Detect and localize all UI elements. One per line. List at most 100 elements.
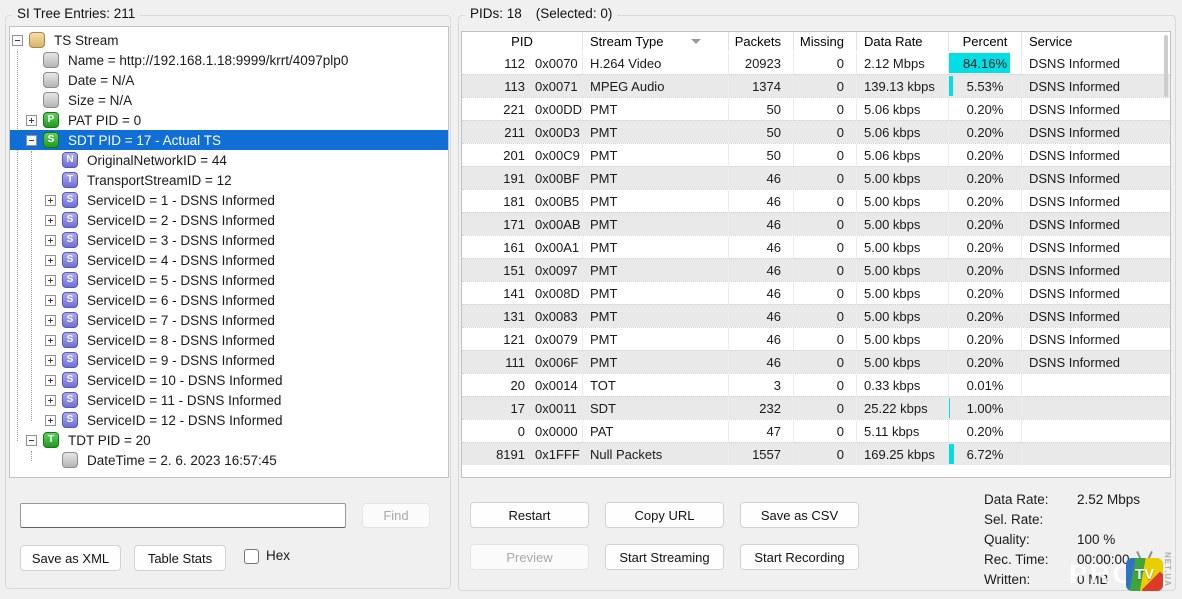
missing-cell: 0 [794,420,857,442]
tree-item[interactable]: Name = http://192.168.1.18:9999/krrt/409… [10,50,448,70]
table-row[interactable]: 161 0x00A1 PMT 46 0 5.00 kbps 0.20% DSNS… [462,235,1170,258]
table-row[interactable]: 211 0x00D3 PMT 50 0 5.06 kbps 0.20% DSNS… [462,120,1170,143]
service-cell: DSNS Informed [1022,190,1170,212]
restart-button[interactable]: Restart [470,502,589,528]
tree-item-label: PAT PID = 0 [66,113,141,128]
tree-item[interactable]: TS Stream [10,30,448,50]
table-row[interactable]: 171 0x00AB PMT 46 0 5.00 kbps 0.20% DSNS… [462,212,1170,235]
tree-item[interactable]: S ServiceID = 12 - DSNS Informed [10,410,448,430]
expander-icon[interactable] [45,315,56,326]
preview-button[interactable]: Preview [470,544,589,570]
column-header-missing[interactable]: Missing [794,32,857,51]
expander-icon[interactable] [45,415,56,426]
packets-cell: 3 [729,374,794,396]
percent-cell: 0.20% [949,167,1022,189]
column-header-service[interactable]: Service [1022,32,1170,51]
expander-icon[interactable] [45,335,56,346]
expander-icon[interactable] [45,395,56,406]
column-header-pid[interactable]: PID [462,32,583,51]
column-header-data-rate[interactable]: Data Rate [857,32,949,51]
tree-item-label: ServiceID = 9 - DSNS Informed [85,353,275,368]
table-row[interactable]: 17 0x0011 SDT 232 0 25.22 kbps 1.00% [462,396,1170,419]
table-row[interactable]: 131 0x0083 PMT 46 0 5.00 kbps 0.20% DSNS… [462,304,1170,327]
find-input[interactable] [20,503,346,528]
tree-item[interactable]: S ServiceID = 9 - DSNS Informed [10,350,448,370]
column-header-percent[interactable]: Percent [949,32,1022,51]
tree-item[interactable]: Date = N/A [10,70,448,90]
tree-item[interactable]: S ServiceID = 11 - DSNS Informed [10,390,448,410]
stream-type-cell: PMT [583,328,729,350]
expander-icon[interactable] [45,295,56,306]
hex-checkbox[interactable] [244,549,259,564]
expander-icon[interactable] [26,435,37,446]
missing-cell: 0 [794,213,857,235]
tree-item[interactable]: S ServiceID = 10 - DSNS Informed [10,370,448,390]
expander-icon[interactable] [45,215,56,226]
stat-label: Sel. Rate: [984,512,1077,527]
pid-dec-cell: 113 [462,75,527,97]
tree-item[interactable]: S ServiceID = 2 - DSNS Informed [10,210,448,230]
table-row[interactable]: 221 0x00DD PMT 50 0 5.06 kbps 0.20% DSNS… [462,97,1170,120]
scrollbar-thumb[interactable] [1164,35,1168,97]
tree-item-icon: P [43,112,59,128]
save-as-csv-button[interactable]: Save as CSV [740,502,859,528]
table-row[interactable]: 201 0x00C9 PMT 50 0 5.06 kbps 0.20% DSNS… [462,143,1170,166]
tree-item[interactable]: N OriginalNetworkID = 44 [10,150,448,170]
expander-icon[interactable] [45,275,56,286]
table-row[interactable]: 0 0x0000 PAT 47 0 5.11 kbps 0.20% [462,419,1170,442]
table-row[interactable]: 141 0x008D PMT 46 0 5.00 kbps 0.20% DSNS… [462,281,1170,304]
tree-item[interactable]: S ServiceID = 5 - DSNS Informed [10,270,448,290]
tree-item[interactable]: S ServiceID = 1 - DSNS Informed [10,190,448,210]
tree-item-icon: T [62,172,78,188]
pid-dec-cell: 20 [462,374,527,396]
pid-hex-cell: 0x00BF [527,167,583,189]
save-as-xml-button[interactable]: Save as XML [20,545,121,571]
tree-item[interactable]: T TransportStreamID = 12 [10,170,448,190]
table-row[interactable]: 111 0x006F PMT 46 0 5.00 kbps 0.20% DSNS… [462,350,1170,373]
table-row[interactable]: 8191 0x1FFF Null Packets 1557 0 169.25 k… [462,442,1170,465]
expander-icon[interactable] [45,195,56,206]
expander-icon[interactable] [45,255,56,266]
table-stats-button[interactable]: Table Stats [134,545,226,571]
tree-item[interactable]: S ServiceID = 6 - DSNS Informed [10,290,448,310]
table-row[interactable]: 20 0x0014 TOT 3 0 0.33 kbps 0.01% [462,373,1170,396]
service-cell: DSNS Informed [1022,236,1170,258]
find-button[interactable]: Find [362,503,430,528]
expander-icon[interactable] [12,35,23,46]
missing-cell: 0 [794,236,857,258]
table-row[interactable]: 113 0x0071 MPEG Audio 1374 0 139.13 kbps… [462,74,1170,97]
copy-url-button[interactable]: Copy URL [605,502,724,528]
stream-type-cell: PMT [583,213,729,235]
stat-label: Data Rate: [984,492,1077,507]
tree-item[interactable]: Size = N/A [10,90,448,110]
tree-item[interactable]: P PAT PID = 0 [10,110,448,130]
tree-item[interactable]: S SDT PID = 17 - Actual TS [10,130,448,150]
pid-dec-cell: 8191 [462,443,527,465]
expander-icon[interactable] [45,375,56,386]
table-row[interactable]: 112 0x0070 H.264 Video 20923 0 2.12 Mbps… [462,51,1170,74]
expander-icon[interactable] [26,115,37,126]
tree-item[interactable]: S ServiceID = 8 - DSNS Informed [10,330,448,350]
table-row[interactable]: 121 0x0079 PMT 46 0 5.00 kbps 0.20% DSNS… [462,327,1170,350]
column-header-stream-type[interactable]: Stream Type [583,32,729,51]
expander-icon[interactable] [45,235,56,246]
missing-cell: 0 [794,282,857,304]
column-header-packets[interactable]: Packets [729,32,794,51]
service-cell [1022,443,1170,465]
tree-item[interactable]: DateTime = 2. 6. 2023 16:57:45 [10,450,448,470]
tree-item-label: ServiceID = 4 - DSNS Informed [85,253,275,268]
pid-dec-cell: 121 [462,328,527,350]
tree-item[interactable]: S ServiceID = 4 - DSNS Informed [10,250,448,270]
tree-item[interactable]: T TDT PID = 20 [10,430,448,450]
percent-cell: 0.20% [949,121,1022,143]
percent-cell: 1.00% [949,397,1022,419]
table-row[interactable]: 191 0x00BF PMT 46 0 5.00 kbps 0.20% DSNS… [462,166,1170,189]
expander-icon[interactable] [26,135,37,146]
start-streaming-button[interactable]: Start Streaming [605,544,724,570]
start-recording-button[interactable]: Start Recording [740,544,859,570]
tree-item[interactable]: S ServiceID = 3 - DSNS Informed [10,230,448,250]
expander-icon[interactable] [45,355,56,366]
table-row[interactable]: 151 0x0097 PMT 46 0 5.00 kbps 0.20% DSNS… [462,258,1170,281]
tree-item[interactable]: S ServiceID = 7 - DSNS Informed [10,310,448,330]
table-row[interactable]: 181 0x00B5 PMT 46 0 5.00 kbps 0.20% DSNS… [462,189,1170,212]
